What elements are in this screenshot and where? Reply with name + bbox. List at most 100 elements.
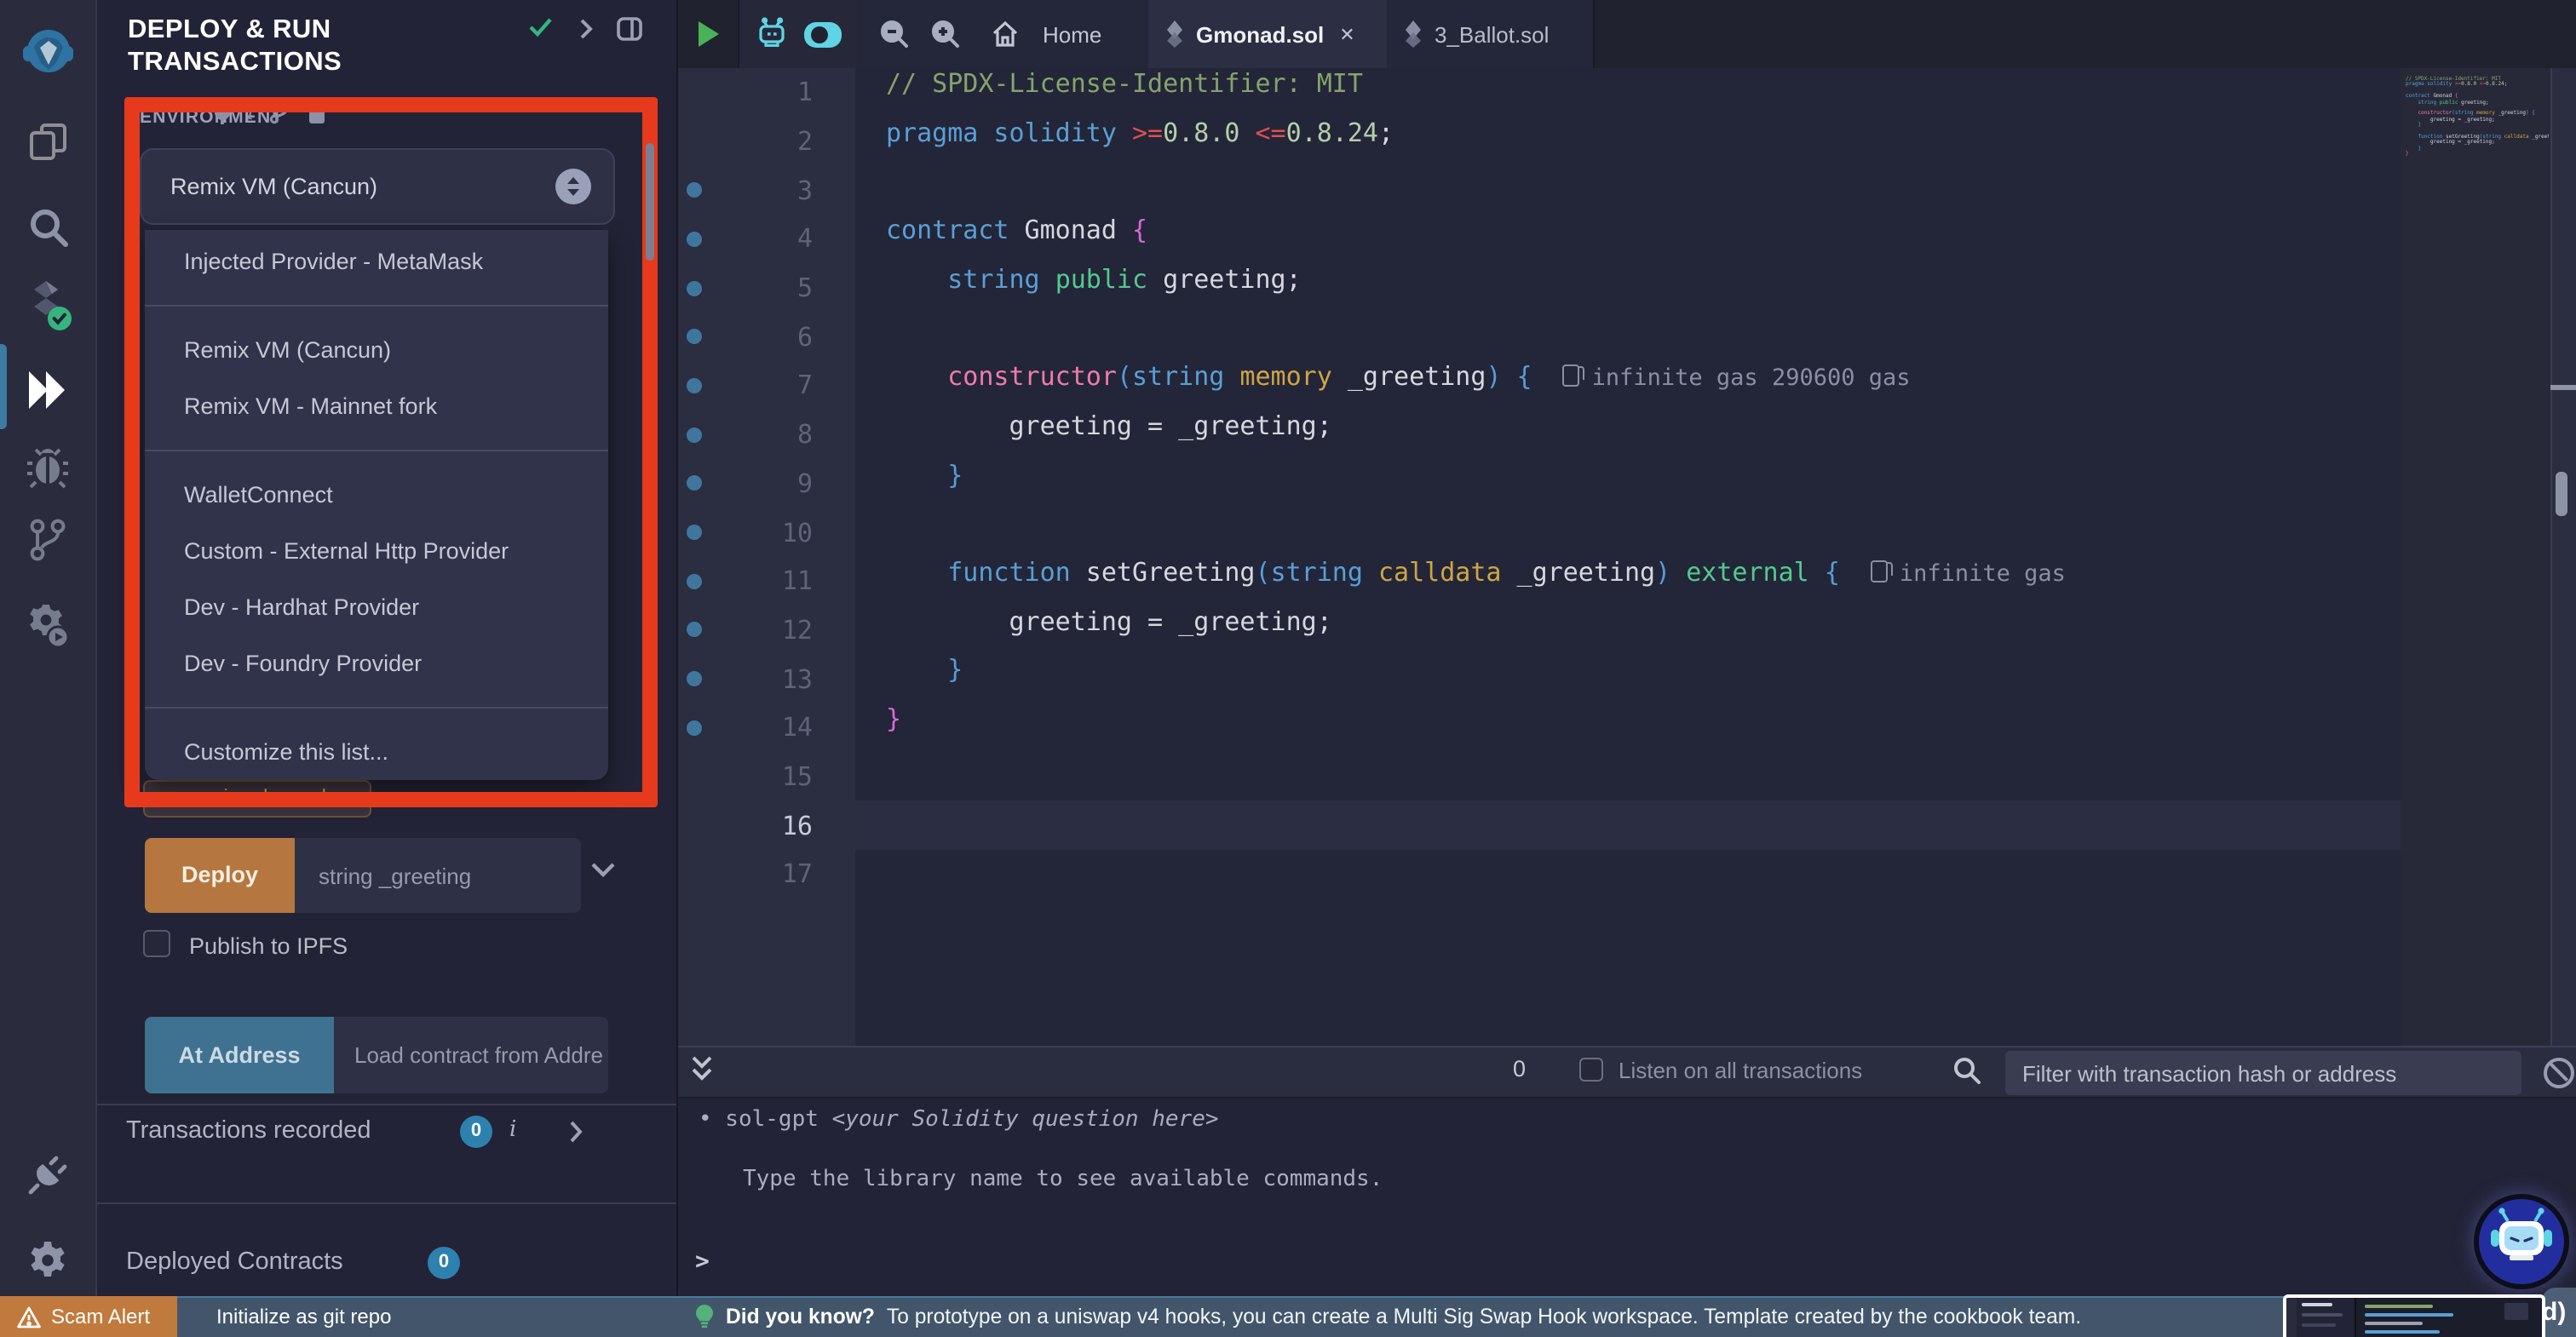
deploy-button[interactable]: Deploy xyxy=(145,838,295,913)
settings-gear-icon[interactable] xyxy=(0,1237,95,1284)
tab-label: Gmonad.sol xyxy=(1196,21,1325,47)
listen-all-transactions-label: Listen on all transactions xyxy=(1619,1058,1863,1083)
file-explorer-icon[interactable] xyxy=(0,118,95,165)
scam-alert-badge[interactable]: Scam Alert xyxy=(0,1296,177,1337)
search-icon[interactable] xyxy=(0,203,95,250)
code-line: function setGreeting(string calldata _gr… xyxy=(947,556,2066,588)
gas-pump-icon xyxy=(1562,364,1585,387)
pip-mini-bar xyxy=(2302,1313,2343,1317)
run-script-play-icon[interactable] xyxy=(695,19,722,49)
gutter-dot xyxy=(687,671,702,687)
minimap-content[interactable]: // SPDX-License-Identifier: MIT pragma so… xyxy=(2406,75,2549,173)
home-tab-label[interactable]: Home xyxy=(1043,21,1101,47)
picture-in-picture-preview[interactable] xyxy=(2283,1294,2545,1337)
tab-3-ballot-sol[interactable]: 3_Ballot.sol xyxy=(1387,0,1595,68)
publish-ipfs-checkbox[interactable] xyxy=(143,930,170,957)
transaction-filter-input[interactable] xyxy=(2005,1051,2521,1095)
did-you-know-tip: Did you know? To prototype on a uniswap v… xyxy=(695,1296,2081,1337)
plugin-manager-plug-icon[interactable] xyxy=(0,1151,95,1199)
zoom-out-icon[interactable] xyxy=(879,19,910,49)
gutter-dot xyxy=(687,818,702,833)
line-number: 13 xyxy=(781,663,813,695)
pip-mini-code xyxy=(2365,1313,2453,1317)
panel-scrollbar-thumb[interactable] xyxy=(646,143,654,261)
gutter-dot xyxy=(687,329,702,345)
terminal-line: Type the library name to see available c… xyxy=(743,1167,1383,1192)
highlight-rectangle xyxy=(124,97,658,807)
close-tab-icon[interactable]: ✕ xyxy=(1339,23,1354,45)
line-number: 15 xyxy=(781,760,813,792)
pip-mini-code xyxy=(2365,1330,2440,1334)
line-number: 6 xyxy=(796,321,813,353)
pin-panel-chevron-icon[interactable] xyxy=(579,19,593,39)
panel-title: DEPLOY & RUN TRANSACTIONS xyxy=(128,15,342,77)
gutter-dot xyxy=(687,182,702,198)
gutter-dot xyxy=(687,134,702,149)
editor-nav-segment: Home xyxy=(859,0,1148,68)
gas-estimate-hint: infinite gas xyxy=(1870,559,2066,588)
gutter-dot xyxy=(687,573,702,589)
panel-divider xyxy=(97,1202,676,1204)
clear-console-ban-icon[interactable] xyxy=(2544,1058,2574,1088)
at-address-button[interactable]: At Address xyxy=(145,1017,334,1093)
code-line: } xyxy=(947,459,963,490)
zoom-in-icon[interactable] xyxy=(930,19,961,49)
code-line: contract Gmonad { xyxy=(886,215,1148,246)
editor-gutter[interactable]: 1 2 3 4 5 6 7 8 9 10 11 12 13 14 15 16 17 xyxy=(678,68,855,898)
transactions-recorded-label: Transactions recorded xyxy=(126,1117,371,1145)
gutter-dot xyxy=(687,85,702,100)
tab-gmonad-sol[interactable]: Gmonad.sol ✕ xyxy=(1148,0,1387,68)
code-line: pragma solidity >=0.8.0 <=0.8.24; xyxy=(886,117,1394,148)
init-git-repo-button[interactable]: Initialize as git repo xyxy=(216,1296,391,1337)
transactions-expand-chevron-icon[interactable] xyxy=(569,1121,583,1143)
gutter-dot xyxy=(687,427,702,443)
terminal-search-icon[interactable] xyxy=(1952,1056,1981,1085)
home-icon[interactable] xyxy=(992,20,1019,48)
pip-mini-code xyxy=(2365,1322,2423,1325)
ai-copilot-toggle-icon[interactable] xyxy=(802,20,843,49)
at-address-input[interactable] xyxy=(334,1017,608,1093)
remix-ai-robot-icon[interactable] xyxy=(755,17,789,51)
warning-triangle-icon xyxy=(17,1305,41,1328)
panel-divider xyxy=(97,1104,676,1105)
gas-pump-icon xyxy=(1870,559,1893,582)
line-number: 12 xyxy=(781,614,813,646)
editor-scrollbar-thumb[interactable] xyxy=(2556,472,2567,516)
gutter-dot xyxy=(687,377,702,393)
debugger-icon[interactable] xyxy=(0,445,95,492)
minimap-column xyxy=(2401,68,2550,1046)
tab-label: 3_Ballot.sol xyxy=(1435,21,1550,47)
git-icon[interactable] xyxy=(0,516,95,564)
pip-mini-bar xyxy=(2302,1303,2332,1306)
ai-tools-segment xyxy=(738,0,860,68)
remix-ide-window: DEPLOY & RUN TRANSACTIONS ENVIRONMENT i … xyxy=(0,0,2576,1337)
plugins-icon[interactable] xyxy=(0,600,95,651)
terminal-line: • sol-gpt <your Solidity question here> xyxy=(699,1107,1219,1133)
code-line: constructor(string memory _greeting) {in… xyxy=(947,361,1911,393)
code-lines[interactable]: // SPDX-License-Identifier: MIT pragma so… xyxy=(886,68,2385,898)
editor-scrollbar-track[interactable] xyxy=(2550,68,2576,1046)
remix-ai-assistant-button[interactable] xyxy=(2474,1194,2569,1289)
active-plugin-indicator xyxy=(0,344,7,429)
constructor-arg-input[interactable] xyxy=(295,838,581,913)
gutter-dot xyxy=(687,769,702,784)
terminal-collapse-icon[interactable] xyxy=(690,1054,714,1085)
deployed-contracts-label: Deployed Contracts xyxy=(126,1248,343,1276)
editor-scrollbar-mark xyxy=(2550,385,2576,390)
terminal-tx-count: 0 xyxy=(1513,1056,1527,1082)
corner-label-fragment: d) xyxy=(2542,1288,2576,1337)
terminal-output[interactable]: • sol-gpt <your Solidity question here> … xyxy=(678,1099,2576,1296)
remix-logo-icon[interactable] xyxy=(0,24,95,82)
code-line: greeting = _greeting; xyxy=(886,605,1332,637)
solidity-compiler-icon[interactable] xyxy=(0,278,95,332)
listen-all-transactions-checkbox[interactable] xyxy=(1579,1058,1603,1082)
split-view-icon[interactable] xyxy=(617,17,642,41)
deployed-count-badge: 0 xyxy=(428,1247,460,1279)
deploy-expand-chevron-icon[interactable] xyxy=(591,862,615,877)
deploy-run-icon[interactable] xyxy=(0,364,95,416)
pip-mini-sidebar xyxy=(2286,1298,2297,1337)
transactions-info-icon[interactable]: i xyxy=(509,1117,516,1143)
